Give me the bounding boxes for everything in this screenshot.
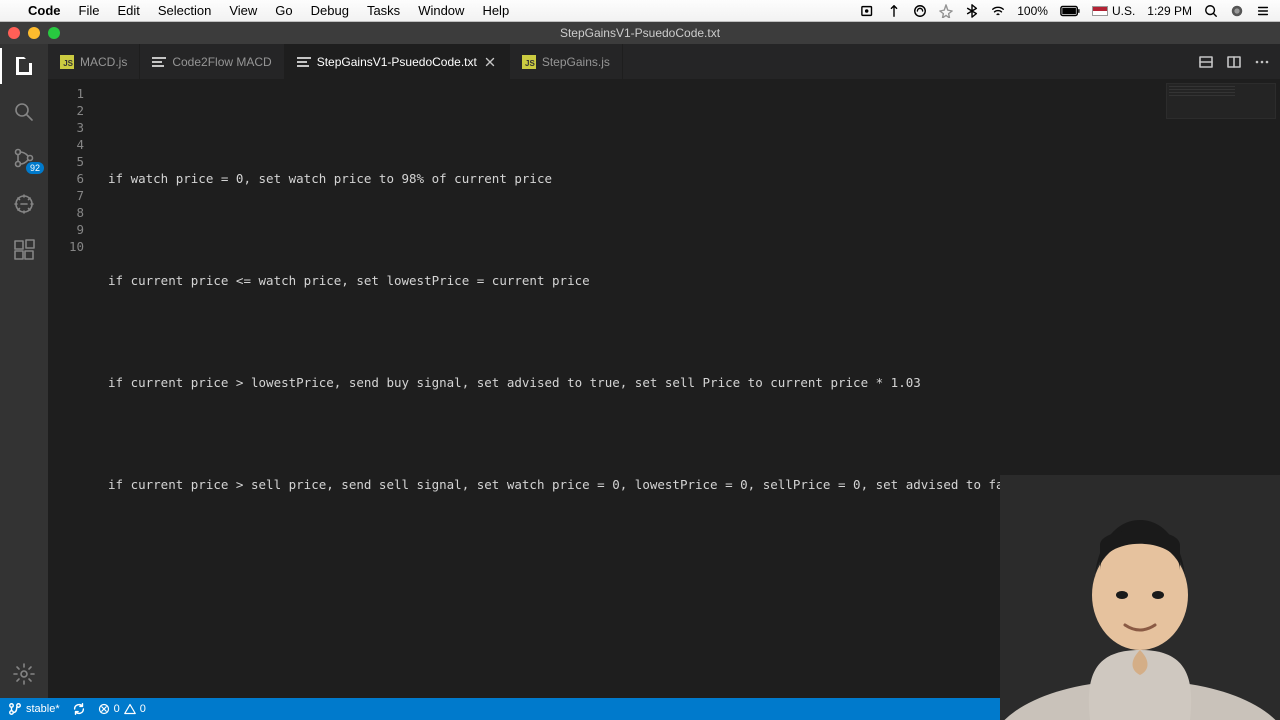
code-line[interactable] (108, 323, 1280, 340)
code-line[interactable]: if current price <= watch price, set low… (108, 272, 1280, 289)
macos-menubar: Code File Edit Selection View Go Debug T… (0, 0, 1280, 22)
tab-macd-js[interactable]: JS MACD.js (48, 44, 140, 79)
explorer-icon[interactable] (10, 52, 38, 80)
code-line[interactable] (108, 119, 1280, 136)
menu-help[interactable]: Help (482, 3, 509, 18)
close-tab-icon[interactable] (483, 55, 497, 69)
error-icon (98, 703, 110, 715)
more-actions-icon[interactable] (1254, 54, 1270, 70)
problems-status[interactable]: 0 0 (98, 703, 146, 715)
js-file-icon: JS (522, 55, 536, 69)
notification-center-icon[interactable] (1256, 4, 1270, 18)
bluetooth-icon[interactable] (965, 4, 979, 18)
us-flag-icon (1092, 6, 1108, 16)
spotlight-icon[interactable] (1204, 4, 1218, 18)
siri-icon[interactable] (1230, 4, 1244, 18)
tab-code2flow[interactable]: Code2Flow MACD (140, 44, 284, 79)
tab-label: MACD.js (80, 55, 127, 69)
search-icon[interactable] (10, 98, 38, 126)
clock[interactable]: 1:29 PM (1147, 4, 1192, 18)
tab-stepgains-js[interactable]: JS StepGains.js (510, 44, 623, 79)
line-number-gutter: 12345678910 (48, 79, 98, 698)
wifi-icon[interactable] (991, 4, 1005, 18)
minimize-window-button[interactable] (28, 27, 40, 39)
menubar-extra-icon[interactable] (887, 4, 901, 18)
text-file-icon (152, 57, 166, 67)
battery-percent: 100% (1017, 4, 1048, 18)
close-window-button[interactable] (8, 27, 20, 39)
screen-record-icon[interactable] (861, 4, 875, 18)
menu-view[interactable]: View (229, 3, 257, 18)
code-line[interactable]: if current price > lowestPrice, send buy… (108, 374, 1280, 391)
location-icon[interactable] (939, 4, 953, 18)
window-title: StepGainsV1-PsuedoCode.txt (560, 26, 720, 40)
split-horizontal-icon[interactable] (1198, 54, 1214, 70)
battery-icon[interactable] (1060, 4, 1080, 18)
scm-badge: 92 (26, 162, 44, 174)
text-file-icon (297, 57, 311, 67)
activity-bar: 92 (0, 44, 48, 698)
tab-stepgains-pseudo[interactable]: StepGainsV1-PsuedoCode.txt (285, 44, 510, 79)
code-line[interactable] (108, 425, 1280, 442)
webcam-overlay (1000, 475, 1280, 720)
menu-selection[interactable]: Selection (158, 3, 211, 18)
window-titlebar: StepGainsV1-PsuedoCode.txt (0, 22, 1280, 44)
menu-window[interactable]: Window (418, 3, 464, 18)
source-control-icon[interactable]: 92 (10, 144, 38, 172)
tab-label: StepGainsV1-PsuedoCode.txt (317, 55, 477, 69)
tab-label: Code2Flow MACD (172, 55, 271, 69)
code-line[interactable]: if watch price = 0, set watch price to 9… (108, 170, 1280, 187)
input-source[interactable]: U.S. (1092, 4, 1135, 18)
menu-tasks[interactable]: Tasks (367, 3, 400, 18)
sync-status[interactable] (72, 702, 86, 716)
settings-gear-icon[interactable] (10, 660, 38, 688)
split-vertical-icon[interactable] (1226, 54, 1242, 70)
presenter-video (1000, 475, 1280, 720)
menu-go[interactable]: Go (275, 3, 292, 18)
sync-icon (72, 702, 86, 716)
menu-edit[interactable]: Edit (117, 3, 139, 18)
debug-icon[interactable] (10, 190, 38, 218)
traffic-lights (8, 27, 60, 39)
tab-label: StepGains.js (542, 55, 610, 69)
menu-file[interactable]: File (79, 3, 100, 18)
js-file-icon: JS (60, 55, 74, 69)
app-name[interactable]: Code (28, 3, 61, 18)
git-branch-status[interactable]: stable* (8, 702, 60, 716)
code-line[interactable] (108, 221, 1280, 238)
menu-debug[interactable]: Debug (311, 3, 349, 18)
warning-icon (124, 703, 136, 715)
zoom-window-button[interactable] (48, 27, 60, 39)
editor-tabbar: JS MACD.js Code2Flow MACD StepGainsV1-Ps… (48, 44, 1280, 79)
sync-status-icon[interactable] (913, 4, 927, 18)
extensions-icon[interactable] (10, 236, 38, 264)
minimap[interactable] (1166, 83, 1276, 119)
git-branch-icon (8, 702, 22, 716)
tab-actions (1198, 44, 1280, 79)
